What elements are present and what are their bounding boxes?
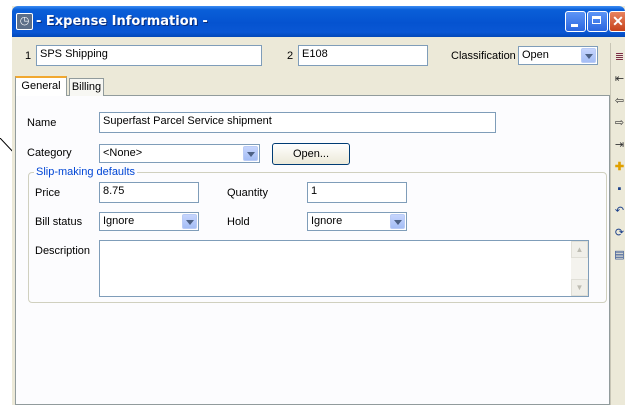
clock-icon[interactable]: ◷ xyxy=(16,13,33,30)
last-record-icon[interactable]: ⇥ xyxy=(613,139,625,152)
bill-status-label: Bill status xyxy=(35,216,83,228)
open-button[interactable]: Open... xyxy=(272,143,350,165)
classification-value: Open xyxy=(522,49,549,61)
expense-information-window: ◷ - Expense Information - ✕ 1 SPS Shippi… xyxy=(12,6,625,405)
minimize-icon xyxy=(571,24,578,27)
description-scrollbar[interactable]: ▲ ▼ xyxy=(571,241,588,296)
first-record-icon[interactable]: ⇤ xyxy=(613,73,625,86)
hold-value: Ignore xyxy=(311,215,343,227)
category-value: <None> xyxy=(103,147,143,159)
category-label: Category xyxy=(27,147,72,159)
description-label: Description xyxy=(35,245,91,257)
price-field[interactable]: 8.75 xyxy=(99,182,199,203)
refresh-icon[interactable]: ⟳ xyxy=(613,227,625,240)
chevron-down-icon[interactable] xyxy=(182,214,197,229)
description-textarea[interactable]: ▲ ▼ xyxy=(99,240,589,297)
title-bar[interactable]: ◷ - Expense Information - ✕ xyxy=(12,6,625,37)
tab-general-label: General xyxy=(21,80,61,92)
chevron-down-icon[interactable] xyxy=(390,214,405,229)
scroll-up-icon[interactable]: ▲ xyxy=(571,241,588,258)
expense-id-field[interactable]: E108 xyxy=(298,45,428,66)
scroll-down-icon[interactable]: ▼ xyxy=(571,279,588,296)
chevron-down-icon[interactable] xyxy=(581,48,596,63)
tab-billing[interactable]: Billing xyxy=(69,78,104,96)
classification-select[interactable]: Open xyxy=(518,46,598,65)
save-icon[interactable]: ▪ xyxy=(613,183,625,196)
bill-status-select[interactable]: Ignore xyxy=(99,212,199,231)
classification-label: Classification xyxy=(451,50,516,62)
window-title: - Expense Information - xyxy=(36,14,208,29)
list-icon[interactable]: ≣ xyxy=(613,51,625,64)
next-record-icon[interactable]: ⇨ xyxy=(613,117,625,130)
name-label: Name xyxy=(27,117,57,129)
tab-general[interactable]: General xyxy=(15,76,67,96)
price-label: Price xyxy=(35,187,61,199)
record-toolbar: ≣ ⇤ ⇦ ⇨ ⇥ ✚ ▪ ↶ ⟳ ▤ xyxy=(610,43,625,405)
category-select[interactable]: <None> xyxy=(99,144,260,163)
quantity-label: Quantity xyxy=(227,187,268,199)
slip-making-defaults-legend: Slip-making defaults xyxy=(34,166,138,178)
minimize-button[interactable] xyxy=(565,11,586,32)
record-number-1: 1 xyxy=(25,50,32,62)
hold-label: Hold xyxy=(227,216,250,228)
maximize-icon xyxy=(592,16,601,24)
new-record-icon[interactable]: ✚ xyxy=(613,161,625,174)
undo-icon[interactable]: ↶ xyxy=(613,205,625,218)
close-button[interactable]: ✕ xyxy=(609,11,625,32)
bill-status-value: Ignore xyxy=(103,215,135,227)
record-number-2: 2 xyxy=(287,50,294,62)
hold-select[interactable]: Ignore xyxy=(307,212,407,231)
tab-billing-label: Billing xyxy=(71,81,102,93)
expense-code-field[interactable]: SPS Shipping xyxy=(36,45,262,66)
quantity-field[interactable]: 1 xyxy=(307,182,407,203)
previous-record-icon[interactable]: ⇦ xyxy=(613,95,625,108)
report-icon[interactable]: ▤ xyxy=(613,249,625,262)
chevron-down-icon[interactable] xyxy=(243,146,258,161)
close-icon: ✕ xyxy=(612,13,624,29)
name-field[interactable]: Superfast Parcel Service shipment xyxy=(99,112,496,133)
maximize-button[interactable] xyxy=(587,11,608,32)
